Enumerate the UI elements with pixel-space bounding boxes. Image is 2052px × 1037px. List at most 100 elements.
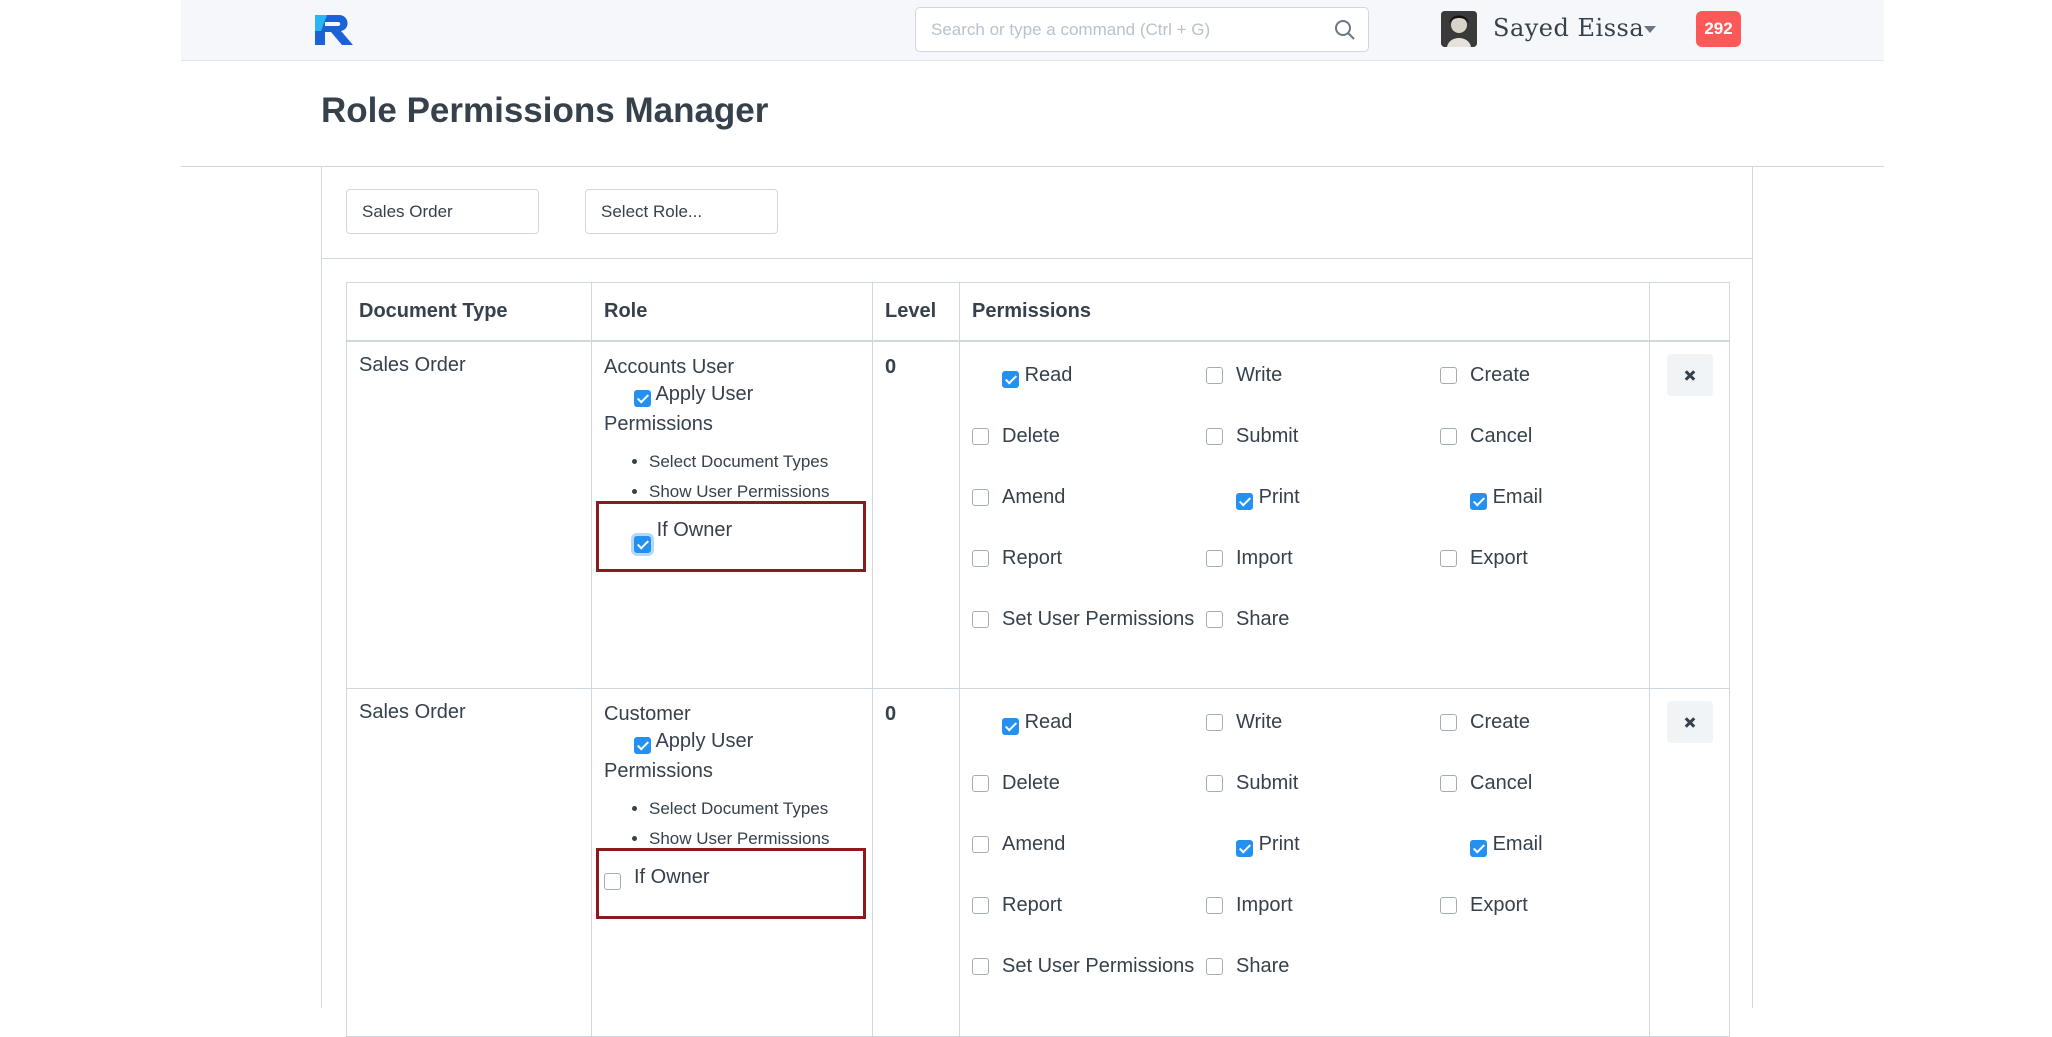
permission-checkbox[interactable]: [1440, 427, 1457, 445]
permission-checkbox[interactable]: [972, 897, 989, 914]
role-name: Customer: [604, 703, 691, 725]
permission-label: Delete: [1002, 424, 1060, 447]
permission-checkbox[interactable]: [1002, 718, 1019, 735]
if-owner[interactable]: If Owner: [604, 856, 710, 890]
permission-export[interactable]: Export: [1440, 890, 1640, 951]
app-logo-icon[interactable]: [313, 11, 357, 47]
document-type-text: Sales Order: [359, 353, 466, 376]
permission-amend[interactable]: Amend: [972, 829, 1206, 890]
permission-cancel[interactable]: Cancel: [1440, 421, 1640, 482]
apply-user-permissions-checkbox[interactable]: [634, 737, 651, 754]
permission-set-user-permissions[interactable]: Set User Permissions: [972, 951, 1206, 1012]
select-document-types-link[interactable]: Select Document Types: [649, 794, 860, 824]
permission-submit[interactable]: Submit: [1206, 421, 1440, 482]
cell-role: Accounts User Apply User Permissions Sel…: [591, 340, 873, 689]
notification-badge[interactable]: 292: [1696, 11, 1741, 47]
permission-checkbox[interactable]: [972, 427, 989, 445]
apply-user-permissions[interactable]: Apply User Permissions: [604, 730, 753, 782]
permission-checkbox[interactable]: [1236, 492, 1253, 510]
avatar[interactable]: [1441, 11, 1477, 47]
apply-user-permissions-label: Apply User Permissions: [604, 730, 754, 782]
permission-report[interactable]: Report: [972, 890, 1206, 951]
search-icon[interactable]: [1334, 19, 1356, 41]
permission-checkbox[interactable]: [1440, 549, 1457, 567]
permission-share[interactable]: Share: [1206, 951, 1440, 1012]
permission-checkbox[interactable]: [1206, 610, 1223, 628]
page-title: Role Permissions Manager: [321, 91, 769, 130]
remove-row-button[interactable]: [1666, 701, 1713, 743]
permission-write[interactable]: Write: [1206, 707, 1440, 768]
permission-submit[interactable]: Submit: [1206, 768, 1440, 829]
permission-label: Create: [1470, 711, 1531, 733]
permission-write[interactable]: Write: [1206, 360, 1440, 421]
document-type-filter[interactable]: Sales Order: [346, 189, 539, 234]
permission-checkbox[interactable]: [972, 610, 989, 628]
permission-cancel[interactable]: Cancel: [1440, 768, 1640, 829]
permission-share[interactable]: Share: [1206, 604, 1440, 665]
permission-checkbox[interactable]: [1440, 775, 1457, 792]
permission-checkbox[interactable]: [972, 775, 989, 792]
permission-checkbox[interactable]: [1206, 427, 1223, 445]
permission-checkbox[interactable]: [972, 549, 989, 567]
permission-delete[interactable]: Delete: [972, 768, 1206, 829]
select-document-types-link[interactable]: Select Document Types: [649, 447, 860, 477]
permission-checkbox[interactable]: [1206, 366, 1223, 384]
permission-checkbox[interactable]: [1470, 492, 1487, 510]
permission-print[interactable]: Print: [1206, 482, 1440, 543]
permission-checkbox[interactable]: [1470, 840, 1487, 857]
permission-create[interactable]: Create: [1440, 707, 1640, 768]
permission-checkbox[interactable]: [1236, 840, 1253, 857]
permission-import[interactable]: Import: [1206, 543, 1440, 604]
permission-label: Export: [1470, 546, 1528, 569]
permission-checkbox[interactable]: [1206, 775, 1223, 792]
permission-checkbox[interactable]: [972, 836, 989, 853]
apply-user-permissions-checkbox[interactable]: [634, 389, 651, 407]
permission-export[interactable]: Export: [1440, 543, 1640, 604]
permission-checkbox[interactable]: [1206, 958, 1223, 975]
search-bar[interactable]: [915, 7, 1369, 52]
remove-row-button[interactable]: [1666, 353, 1713, 396]
permission-checkbox[interactable]: [1440, 366, 1457, 384]
permission-label: Share: [1236, 607, 1290, 630]
permission-label: Submit: [1236, 772, 1299, 794]
permission-report[interactable]: Report: [972, 543, 1206, 604]
permission-checkbox[interactable]: [1440, 897, 1457, 914]
cell-level: 0: [872, 340, 960, 689]
permission-label: Share: [1236, 955, 1290, 977]
if-owner-label: If Owner: [656, 518, 733, 541]
permission-amend[interactable]: Amend: [972, 482, 1206, 543]
permission-email[interactable]: Email: [1440, 829, 1640, 890]
permission-read[interactable]: Read: [972, 360, 1206, 421]
header-document-type: Document Type: [346, 282, 592, 342]
permission-label: Set User Permissions: [1002, 607, 1195, 630]
permission-checkbox[interactable]: [1440, 714, 1457, 731]
role-filter[interactable]: Select Role...: [585, 189, 778, 234]
permission-read[interactable]: Read: [972, 707, 1206, 768]
permission-checkbox[interactable]: [1206, 549, 1223, 567]
permission-checkbox[interactable]: [1206, 897, 1223, 914]
permission-label: Amend: [1002, 833, 1066, 855]
if-owner[interactable]: If Owner: [604, 509, 733, 553]
permission-checkbox[interactable]: [1002, 370, 1019, 388]
permission-print[interactable]: Print: [1206, 829, 1440, 890]
permission-grid: Read Write Create Delete Submit Cancel A…: [972, 360, 1637, 665]
permission-grid: Read Write Create Delete Submit Cancel A…: [972, 707, 1637, 1012]
header-permissions: Permissions: [959, 282, 1650, 342]
permission-set-user-permissions[interactable]: Set User Permissions: [972, 604, 1206, 665]
user-name[interactable]: Sayed Eissa: [1493, 14, 1644, 42]
permission-create[interactable]: Create: [1440, 360, 1640, 421]
permission-email[interactable]: Email: [1440, 482, 1640, 543]
header-role: Role: [591, 282, 873, 342]
search-input[interactable]: [916, 8, 1316, 51]
if-owner-checkbox[interactable]: [634, 535, 651, 553]
permission-checkbox[interactable]: [972, 488, 989, 506]
divider: [322, 258, 1752, 259]
caret-down-icon[interactable]: [1644, 26, 1656, 33]
if-owner-checkbox[interactable]: [604, 873, 621, 890]
permission-import[interactable]: Import: [1206, 890, 1440, 951]
permission-checkbox[interactable]: [972, 958, 989, 975]
permission-checkbox[interactable]: [1206, 714, 1223, 731]
permission-delete[interactable]: Delete: [972, 421, 1206, 482]
apply-user-permissions[interactable]: Apply User Permissions: [604, 383, 753, 435]
cell-permissions: Read Write Create Delete Submit Cancel A…: [959, 340, 1650, 689]
